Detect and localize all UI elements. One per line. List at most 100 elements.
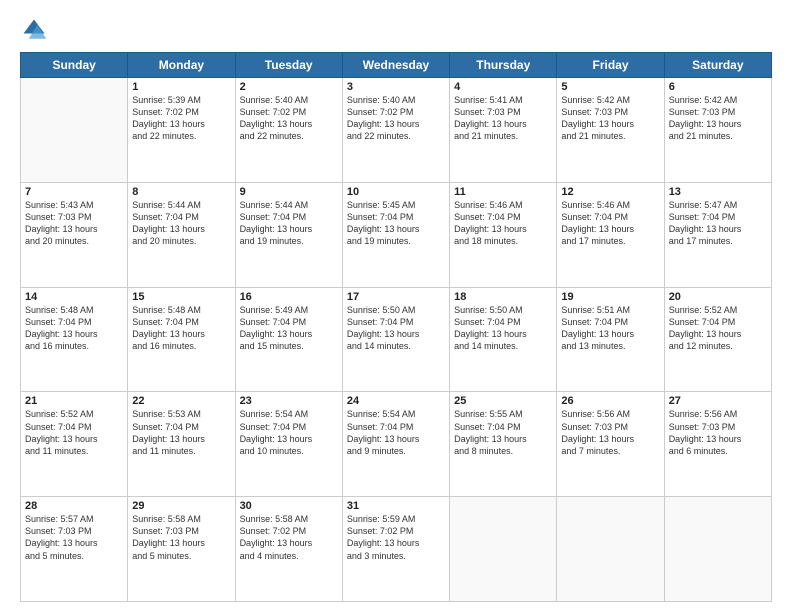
weekday-header: Thursday <box>450 53 557 78</box>
day-number: 1 <box>132 81 230 93</box>
calendar-cell: 12Sunrise: 5:46 AM Sunset: 7:04 PM Dayli… <box>557 182 664 287</box>
calendar-week-row: 21Sunrise: 5:52 AM Sunset: 7:04 PM Dayli… <box>21 392 772 497</box>
weekday-header: Saturday <box>664 53 771 78</box>
day-info: Sunrise: 5:39 AM Sunset: 7:02 PM Dayligh… <box>132 94 230 143</box>
day-info: Sunrise: 5:57 AM Sunset: 7:03 PM Dayligh… <box>25 513 123 562</box>
day-info: Sunrise: 5:50 AM Sunset: 7:04 PM Dayligh… <box>454 304 552 353</box>
calendar-week-row: 28Sunrise: 5:57 AM Sunset: 7:03 PM Dayli… <box>21 497 772 602</box>
calendar-table: SundayMondayTuesdayWednesdayThursdayFrid… <box>20 52 772 602</box>
calendar-cell: 17Sunrise: 5:50 AM Sunset: 7:04 PM Dayli… <box>342 287 449 392</box>
header <box>20 16 772 44</box>
logo-icon <box>20 16 48 44</box>
day-info: Sunrise: 5:56 AM Sunset: 7:03 PM Dayligh… <box>561 408 659 457</box>
day-number: 29 <box>132 500 230 512</box>
calendar-cell: 30Sunrise: 5:58 AM Sunset: 7:02 PM Dayli… <box>235 497 342 602</box>
day-info: Sunrise: 5:46 AM Sunset: 7:04 PM Dayligh… <box>454 199 552 248</box>
calendar-cell <box>557 497 664 602</box>
calendar-cell: 3Sunrise: 5:40 AM Sunset: 7:02 PM Daylig… <box>342 78 449 183</box>
calendar-cell: 19Sunrise: 5:51 AM Sunset: 7:04 PM Dayli… <box>557 287 664 392</box>
day-info: Sunrise: 5:44 AM Sunset: 7:04 PM Dayligh… <box>132 199 230 248</box>
day-info: Sunrise: 5:55 AM Sunset: 7:04 PM Dayligh… <box>454 408 552 457</box>
calendar-week-row: 14Sunrise: 5:48 AM Sunset: 7:04 PM Dayli… <box>21 287 772 392</box>
calendar-week-row: 7Sunrise: 5:43 AM Sunset: 7:03 PM Daylig… <box>21 182 772 287</box>
logo <box>20 16 52 44</box>
day-number: 8 <box>132 186 230 198</box>
day-info: Sunrise: 5:58 AM Sunset: 7:02 PM Dayligh… <box>240 513 338 562</box>
calendar-week-row: 1Sunrise: 5:39 AM Sunset: 7:02 PM Daylig… <box>21 78 772 183</box>
day-info: Sunrise: 5:48 AM Sunset: 7:04 PM Dayligh… <box>132 304 230 353</box>
day-number: 6 <box>669 81 767 93</box>
day-info: Sunrise: 5:42 AM Sunset: 7:03 PM Dayligh… <box>669 94 767 143</box>
day-info: Sunrise: 5:58 AM Sunset: 7:03 PM Dayligh… <box>132 513 230 562</box>
day-info: Sunrise: 5:44 AM Sunset: 7:04 PM Dayligh… <box>240 199 338 248</box>
calendar-cell: 20Sunrise: 5:52 AM Sunset: 7:04 PM Dayli… <box>664 287 771 392</box>
day-number: 22 <box>132 395 230 407</box>
day-number: 11 <box>454 186 552 198</box>
day-info: Sunrise: 5:59 AM Sunset: 7:02 PM Dayligh… <box>347 513 445 562</box>
calendar-cell: 14Sunrise: 5:48 AM Sunset: 7:04 PM Dayli… <box>21 287 128 392</box>
day-number: 25 <box>454 395 552 407</box>
day-info: Sunrise: 5:47 AM Sunset: 7:04 PM Dayligh… <box>669 199 767 248</box>
calendar-cell: 13Sunrise: 5:47 AM Sunset: 7:04 PM Dayli… <box>664 182 771 287</box>
day-info: Sunrise: 5:43 AM Sunset: 7:03 PM Dayligh… <box>25 199 123 248</box>
day-info: Sunrise: 5:40 AM Sunset: 7:02 PM Dayligh… <box>347 94 445 143</box>
day-number: 26 <box>561 395 659 407</box>
day-info: Sunrise: 5:51 AM Sunset: 7:04 PM Dayligh… <box>561 304 659 353</box>
day-number: 7 <box>25 186 123 198</box>
weekday-header: Friday <box>557 53 664 78</box>
calendar-cell: 4Sunrise: 5:41 AM Sunset: 7:03 PM Daylig… <box>450 78 557 183</box>
calendar-cell: 26Sunrise: 5:56 AM Sunset: 7:03 PM Dayli… <box>557 392 664 497</box>
day-number: 4 <box>454 81 552 93</box>
page: SundayMondayTuesdayWednesdayThursdayFrid… <box>0 0 792 612</box>
day-number: 12 <box>561 186 659 198</box>
day-number: 30 <box>240 500 338 512</box>
day-number: 15 <box>132 291 230 303</box>
day-number: 18 <box>454 291 552 303</box>
day-number: 16 <box>240 291 338 303</box>
day-number: 5 <box>561 81 659 93</box>
weekday-header: Wednesday <box>342 53 449 78</box>
day-number: 13 <box>669 186 767 198</box>
day-number: 17 <box>347 291 445 303</box>
calendar-cell: 23Sunrise: 5:54 AM Sunset: 7:04 PM Dayli… <box>235 392 342 497</box>
day-number: 20 <box>669 291 767 303</box>
calendar-cell <box>21 78 128 183</box>
calendar-cell: 15Sunrise: 5:48 AM Sunset: 7:04 PM Dayli… <box>128 287 235 392</box>
calendar-cell <box>450 497 557 602</box>
calendar-cell: 18Sunrise: 5:50 AM Sunset: 7:04 PM Dayli… <box>450 287 557 392</box>
day-number: 27 <box>669 395 767 407</box>
calendar-cell: 27Sunrise: 5:56 AM Sunset: 7:03 PM Dayli… <box>664 392 771 497</box>
day-number: 23 <box>240 395 338 407</box>
day-number: 21 <box>25 395 123 407</box>
day-info: Sunrise: 5:42 AM Sunset: 7:03 PM Dayligh… <box>561 94 659 143</box>
calendar-cell: 24Sunrise: 5:54 AM Sunset: 7:04 PM Dayli… <box>342 392 449 497</box>
calendar-header-row: SundayMondayTuesdayWednesdayThursdayFrid… <box>21 53 772 78</box>
calendar-cell <box>664 497 771 602</box>
day-info: Sunrise: 5:53 AM Sunset: 7:04 PM Dayligh… <box>132 408 230 457</box>
day-number: 19 <box>561 291 659 303</box>
day-info: Sunrise: 5:52 AM Sunset: 7:04 PM Dayligh… <box>669 304 767 353</box>
day-number: 28 <box>25 500 123 512</box>
calendar-cell: 16Sunrise: 5:49 AM Sunset: 7:04 PM Dayli… <box>235 287 342 392</box>
day-number: 2 <box>240 81 338 93</box>
calendar-cell: 29Sunrise: 5:58 AM Sunset: 7:03 PM Dayli… <box>128 497 235 602</box>
calendar-cell: 9Sunrise: 5:44 AM Sunset: 7:04 PM Daylig… <box>235 182 342 287</box>
weekday-header: Sunday <box>21 53 128 78</box>
day-info: Sunrise: 5:48 AM Sunset: 7:04 PM Dayligh… <box>25 304 123 353</box>
day-info: Sunrise: 5:52 AM Sunset: 7:04 PM Dayligh… <box>25 408 123 457</box>
calendar-cell: 11Sunrise: 5:46 AM Sunset: 7:04 PM Dayli… <box>450 182 557 287</box>
calendar-cell: 6Sunrise: 5:42 AM Sunset: 7:03 PM Daylig… <box>664 78 771 183</box>
calendar-cell: 1Sunrise: 5:39 AM Sunset: 7:02 PM Daylig… <box>128 78 235 183</box>
day-info: Sunrise: 5:45 AM Sunset: 7:04 PM Dayligh… <box>347 199 445 248</box>
weekday-header: Tuesday <box>235 53 342 78</box>
day-number: 9 <box>240 186 338 198</box>
day-number: 10 <box>347 186 445 198</box>
day-info: Sunrise: 5:41 AM Sunset: 7:03 PM Dayligh… <box>454 94 552 143</box>
day-info: Sunrise: 5:56 AM Sunset: 7:03 PM Dayligh… <box>669 408 767 457</box>
day-info: Sunrise: 5:49 AM Sunset: 7:04 PM Dayligh… <box>240 304 338 353</box>
day-info: Sunrise: 5:40 AM Sunset: 7:02 PM Dayligh… <box>240 94 338 143</box>
day-info: Sunrise: 5:54 AM Sunset: 7:04 PM Dayligh… <box>347 408 445 457</box>
calendar-cell: 25Sunrise: 5:55 AM Sunset: 7:04 PM Dayli… <box>450 392 557 497</box>
calendar-cell: 7Sunrise: 5:43 AM Sunset: 7:03 PM Daylig… <box>21 182 128 287</box>
day-number: 31 <box>347 500 445 512</box>
